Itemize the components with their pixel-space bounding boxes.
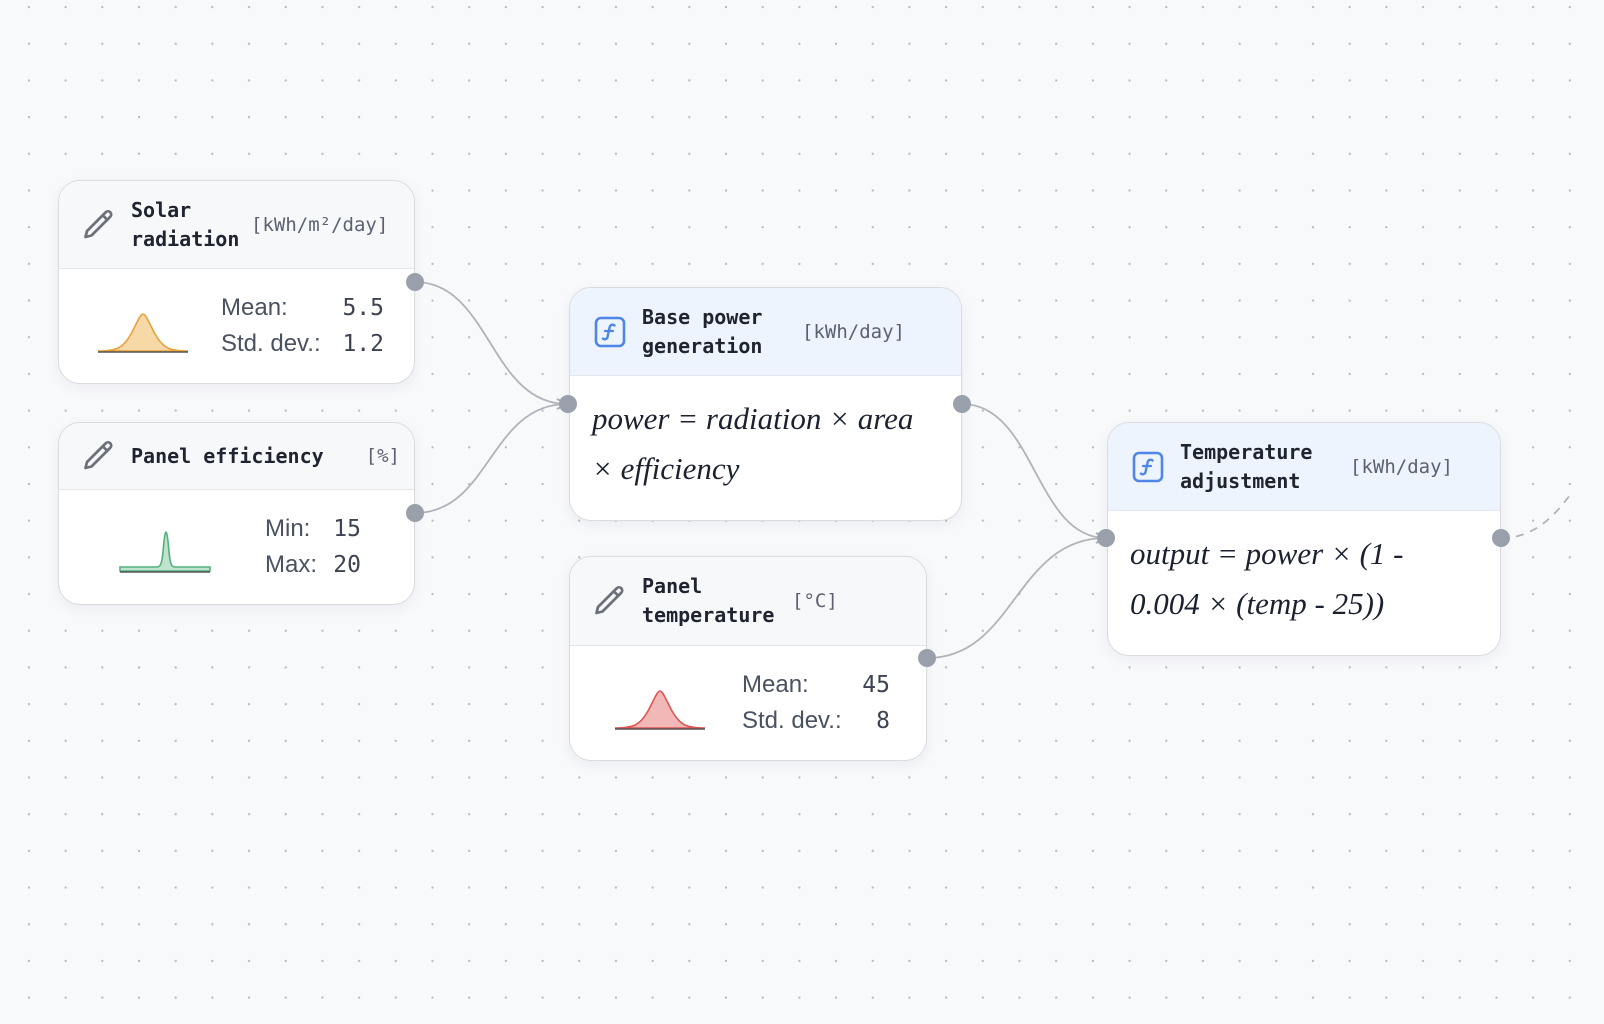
stat-value: 45: [862, 671, 890, 698]
edge-efficiency-to-base[interactable]: [414, 404, 567, 514]
formula-text: output = power × (1 - 0.004 × (temp - 25…: [1130, 536, 1404, 621]
function-icon[interactable]: [1130, 449, 1166, 485]
edge-adjustment-to-output[interactable]: [1500, 494, 1571, 539]
node-title: Base power generation: [642, 304, 763, 358]
normal-distribution-icon: [97, 313, 189, 353]
node-title: Panel efficiency: [131, 443, 324, 468]
stats: Min: 15 Max: 20: [265, 511, 361, 583]
pencil-icon[interactable]: [592, 583, 628, 619]
output-port[interactable]: [953, 395, 971, 413]
node-title: Panel temperature: [642, 574, 775, 627]
node-header[interactable]: Panel temperature [°C]: [570, 557, 926, 646]
uniform-distribution-icon: [119, 531, 211, 573]
stats: Mean: 45 Std. dev.: 8: [742, 667, 890, 739]
pencil-icon[interactable]: [81, 207, 117, 243]
stat-label: Std. dev.:: [742, 706, 842, 734]
edge-solar-to-base[interactable]: [414, 281, 567, 404]
node-temperature-adjustment[interactable]: Temperature adjustment [kWh/day] output …: [1107, 422, 1501, 656]
node-title: Temperature adjustment: [1180, 439, 1313, 493]
node-panel-efficiency[interactable]: Panel efficiency [%] Min: 15 Max: 20: [58, 422, 415, 605]
stat-value: 1.2: [342, 331, 384, 357]
output-port[interactable]: [406, 504, 424, 522]
stat-label: Mean:: [221, 294, 288, 321]
stat-value: 15: [333, 516, 361, 542]
stat-label: Mean:: [742, 670, 809, 698]
node-unit: [kWh/m²/day]: [251, 213, 389, 236]
node-header[interactable]: Temperature adjustment [kWh/day]: [1108, 423, 1500, 511]
output-port[interactable]: [918, 649, 936, 667]
node-unit: [°C]: [792, 590, 838, 612]
formula-text: power = radiation × area × efficiency: [592, 401, 914, 486]
pencil-icon[interactable]: [81, 438, 117, 474]
stat-value: 20: [333, 552, 361, 578]
node-base-power-generation[interactable]: Base power generation [kWh/day] power = …: [569, 287, 962, 521]
stat-label: Std. dev.:: [221, 330, 321, 357]
node-unit: [kWh/day]: [802, 320, 905, 343]
node-body: Mean: 45 Std. dev.: 8: [570, 646, 926, 759]
stats: Mean: 5.5 Std. dev.: 1.2: [221, 290, 384, 362]
node-body: power = radiation × area × efficiency: [570, 376, 961, 520]
node-header[interactable]: Solar radiation [kWh/m²/day]: [59, 181, 414, 269]
node-header[interactable]: Base power generation [kWh/day]: [570, 288, 961, 376]
node-header[interactable]: Panel efficiency [%]: [59, 423, 414, 490]
stat-label: Max:: [265, 551, 318, 578]
node-unit: [%]: [365, 445, 400, 467]
node-panel-temperature[interactable]: Panel temperature [°C] Mean: 45 Std. dev.…: [569, 556, 927, 761]
node-body: Mean: 5.5 Std. dev.: 1.2: [59, 269, 414, 383]
input-port[interactable]: [1097, 529, 1115, 547]
edge-base-to-adjustment[interactable]: [961, 403, 1106, 538]
node-solar-radiation[interactable]: Solar radiation [kWh/m²/day] Mean: 5.5 St…: [58, 180, 415, 384]
edge-temperature-to-adjustment[interactable]: [926, 538, 1106, 659]
function-icon[interactable]: [592, 314, 628, 350]
output-port[interactable]: [406, 273, 424, 291]
stat-label: Min:: [265, 515, 311, 542]
input-port[interactable]: [559, 395, 577, 413]
stat-value: 5.5: [342, 295, 384, 321]
node-body: output = power × (1 - 0.004 × (temp - 25…: [1108, 511, 1500, 655]
stat-value: 8: [876, 707, 890, 734]
normal-distribution-icon: [614, 689, 706, 730]
node-unit: [kWh/day]: [1350, 455, 1453, 478]
output-port[interactable]: [1492, 529, 1510, 547]
node-body: Min: 15 Max: 20: [59, 490, 414, 604]
node-title: Solar radiation: [131, 197, 240, 251]
